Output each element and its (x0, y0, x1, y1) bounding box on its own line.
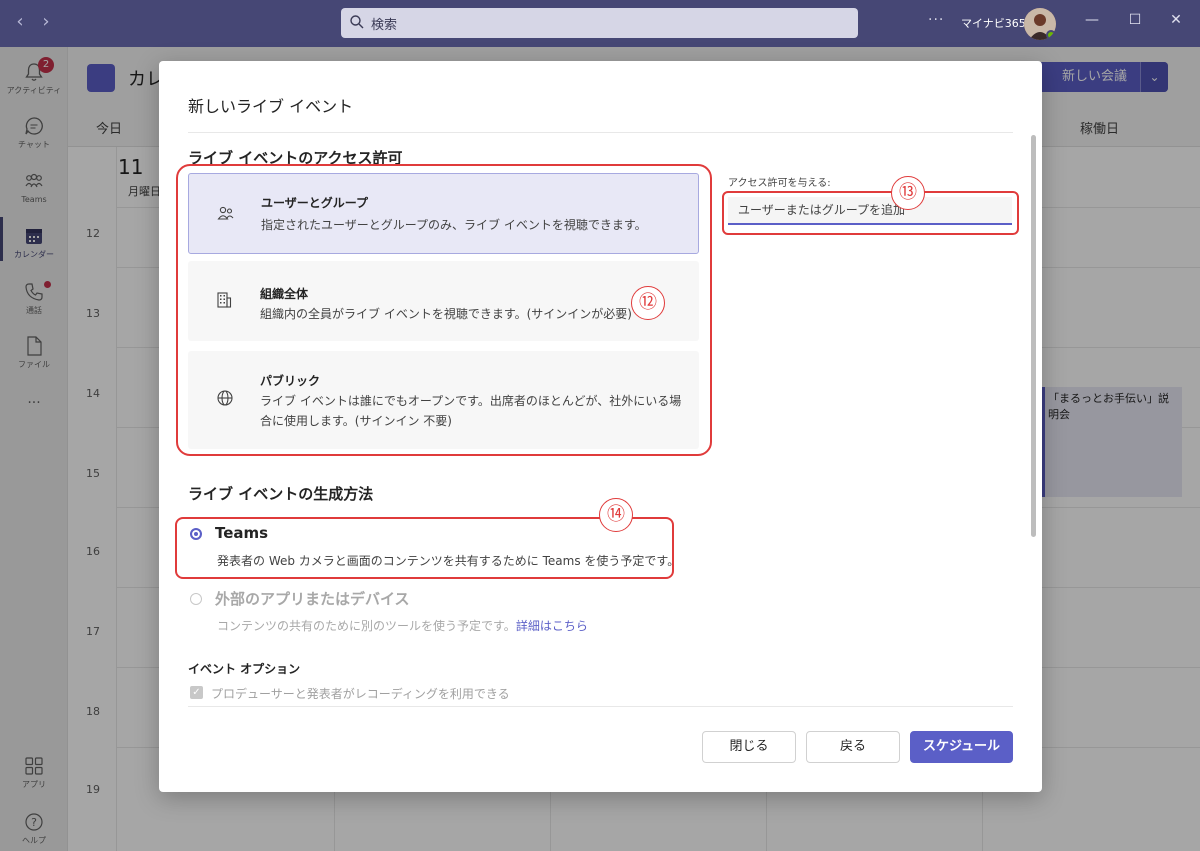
more-options-button[interactable]: ··· (928, 12, 944, 28)
radio-external-app[interactable] (190, 593, 202, 605)
presence-available-icon (1046, 30, 1056, 40)
schedule-button[interactable]: スケジュール (910, 731, 1013, 763)
grant-access-label: アクセス許可を与える: (728, 178, 831, 189)
annotation-number: ⑫ (631, 286, 665, 320)
search-input[interactable]: 検索 (341, 8, 858, 38)
production-external-description: コンテンツの共有のために別のツールを使う予定です。詳細はこちら (217, 617, 588, 634)
search-icon (350, 15, 364, 29)
close-button[interactable]: 閉じる (702, 731, 796, 763)
minimize-icon[interactable]: — (1080, 12, 1104, 34)
recording-option-label: プロデューサーと発表者がレコーディングを利用できる (211, 687, 510, 701)
back-arrow-icon[interactable]: ‹ (8, 10, 32, 34)
search-placeholder: 検索 (371, 18, 398, 33)
back-button[interactable]: 戻る (806, 731, 900, 763)
annotation-highlight (722, 191, 1019, 235)
annotation-number: ⑬ (891, 176, 925, 210)
divider (188, 132, 1013, 133)
recording-checkbox[interactable]: ✓ (190, 686, 203, 699)
production-external-title[interactable]: 外部のアプリまたはデバイス (215, 588, 410, 609)
org-name[interactable]: マイナビ365 (961, 15, 1026, 31)
annotation-highlight (175, 517, 674, 579)
learn-more-link[interactable]: 詳細はこちら (516, 619, 588, 633)
title-bar: ‹ › 検索 ··· マイナビ365 — ☐ ✕ (0, 0, 1200, 47)
dialog-scrollbar[interactable] (1031, 135, 1036, 537)
annotation-number: ⑭ (599, 498, 633, 532)
event-options-heading: イベント オプション (188, 662, 301, 676)
forward-arrow-icon[interactable]: › (34, 10, 58, 34)
close-window-icon[interactable]: ✕ (1164, 12, 1188, 34)
maximize-icon[interactable]: ☐ (1123, 12, 1147, 34)
dialog-title: 新しいライブ イベント (188, 97, 354, 116)
production-section-heading: ライブ イベントの生成方法 (188, 485, 374, 503)
production-external-text: コンテンツの共有のために別のツールを使う予定です。 (217, 619, 516, 633)
divider (188, 706, 1013, 707)
avatar[interactable] (1024, 8, 1056, 40)
